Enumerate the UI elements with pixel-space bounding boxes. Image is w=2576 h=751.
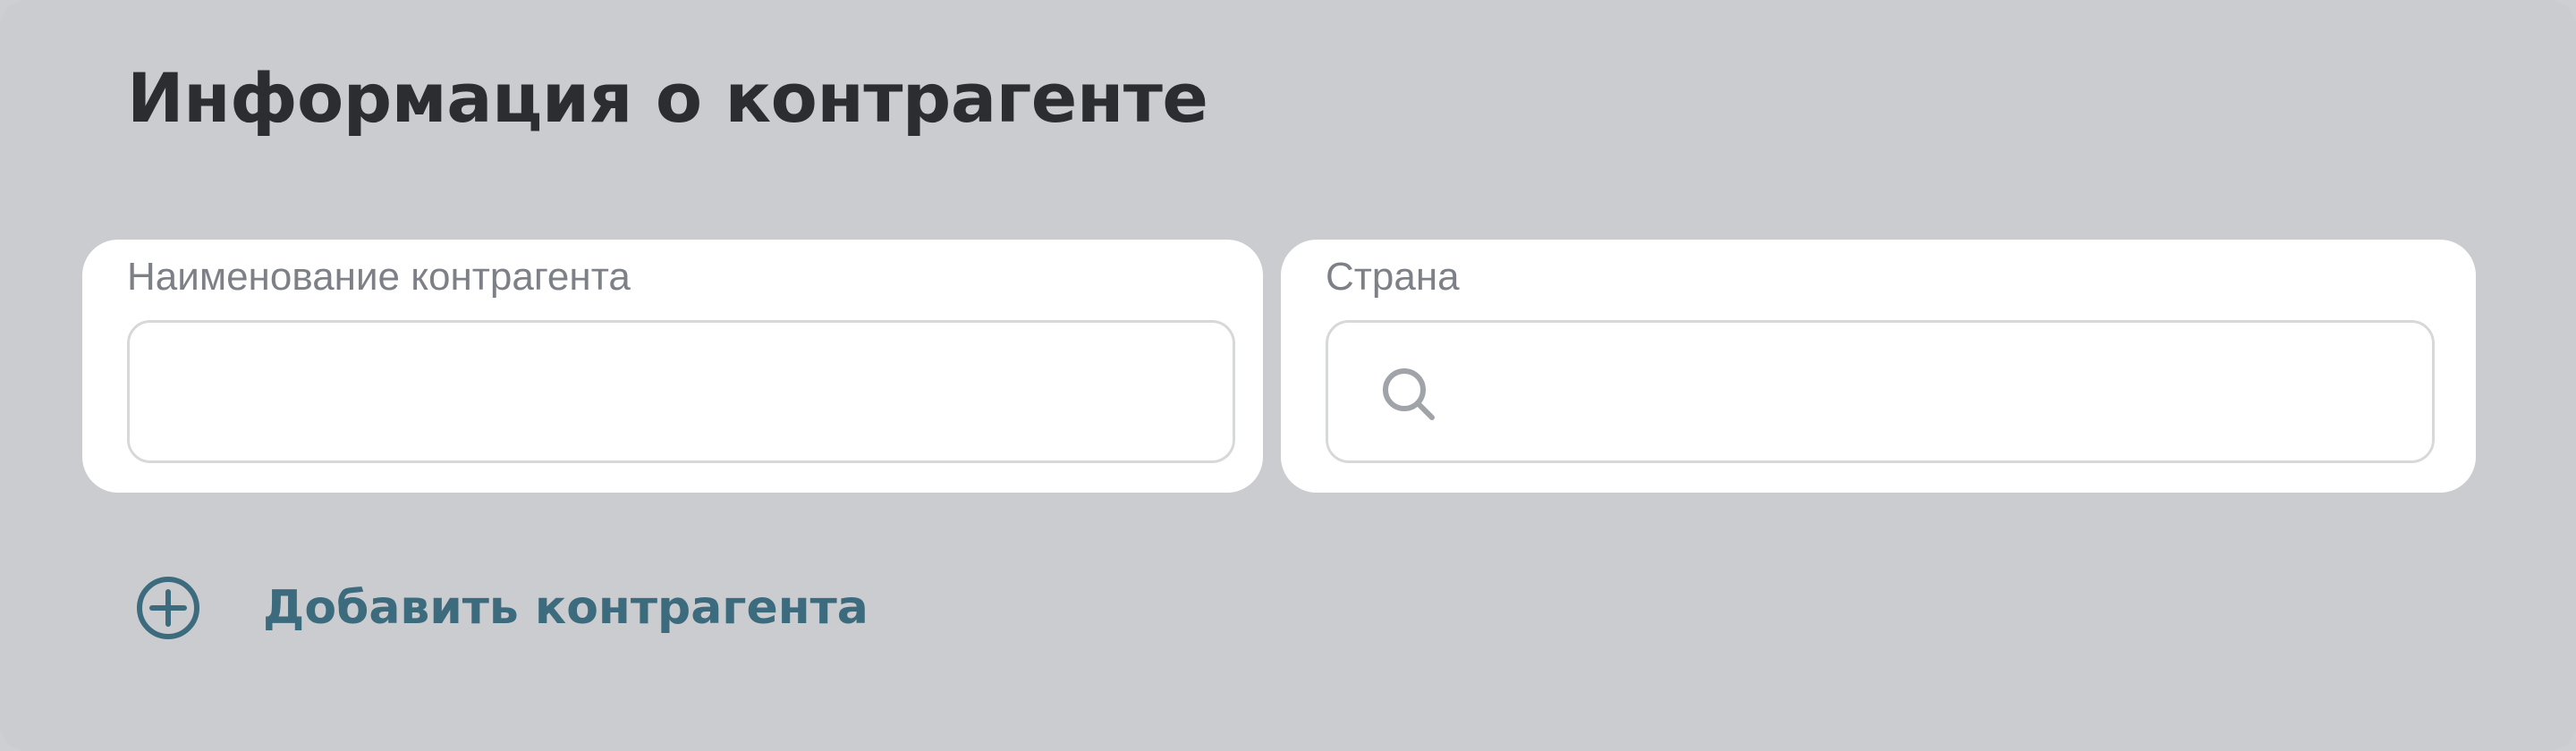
add-counterparty-button[interactable]: Добавить контрагента — [134, 572, 869, 644]
counterparty-name-input[interactable] — [127, 320, 1235, 463]
section-title: Информация о контрагенте — [127, 58, 1208, 138]
country-search-field[interactable] — [1326, 320, 2435, 463]
add-counterparty-label: Добавить контрагента — [263, 581, 869, 635]
counterparty-info-panel: Информация о контрагенте Наименование ко… — [0, 0, 2576, 751]
counterparty-name-card: Наименование контрагента — [82, 240, 1263, 493]
country-card: Страна — [1281, 240, 2476, 493]
search-icon — [1383, 368, 1435, 420]
counterparty-name-label: Наименование контрагента — [127, 255, 631, 299]
plus-circle-icon — [137, 577, 199, 639]
country-label: Страна — [1326, 255, 1460, 299]
